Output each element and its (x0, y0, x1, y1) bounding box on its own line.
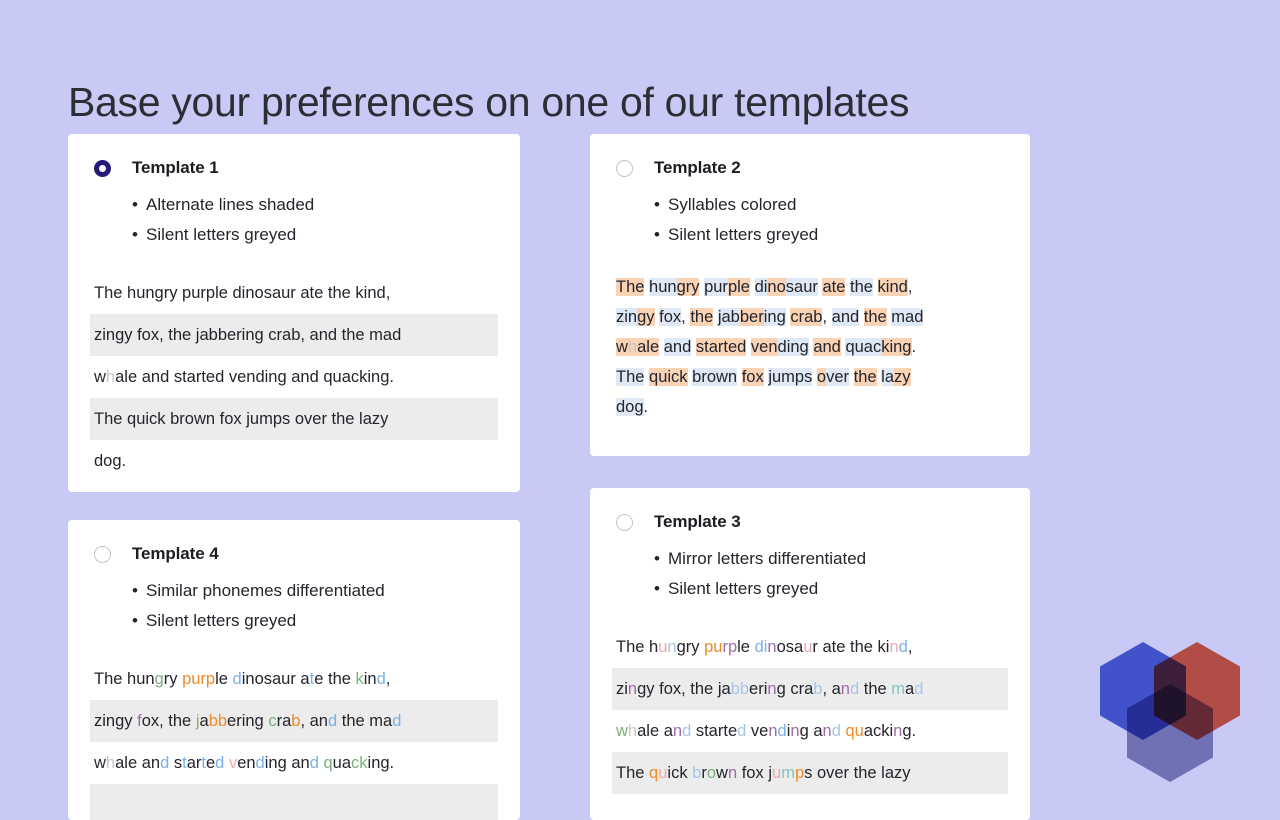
template-1-features: Alternate lines shaded Silent letters gr… (94, 190, 494, 250)
template-3-title: Template 3 (654, 512, 741, 531)
three-hexagon-logo (1100, 638, 1240, 782)
sample-line: dog. (94, 452, 127, 470)
template-2-sample: The hungry purple dinosaur ate the kind,… (616, 272, 1004, 422)
feature-item: Silent letters greyed (654, 574, 1004, 604)
sample-line: whale and started vending and quacking. (616, 722, 917, 740)
template-2-title: Template 2 (654, 158, 741, 177)
feature-item: Silent letters greyed (132, 220, 494, 250)
template-board: Template 1 Alternate lines shaded Silent… (0, 134, 1280, 820)
template-1-sample: The hungry purple dinosaur ate the kind,… (94, 272, 494, 482)
sample-line: whale and started vending and quacking. (94, 754, 395, 772)
sample-line: The quick brown fox jumps over the lazy (616, 752, 1004, 794)
feature-item: Similar phonemes differentiated (132, 576, 494, 606)
sample-line: zingy fox, the jabbering crab, and the m… (616, 668, 1004, 710)
feature-item: Silent letters greyed (654, 220, 1004, 250)
radio-template-2[interactable] (616, 159, 633, 177)
template-1-title: Template 1 (132, 158, 219, 177)
template-4-title: Template 4 (132, 544, 219, 563)
sample-line: The hungry purple dinosaur ate the kind, (616, 278, 913, 296)
feature-item: Alternate lines shaded (132, 190, 494, 220)
sample-line: zingy fox, the jabbering crab, and the m… (616, 308, 924, 326)
template-4-header[interactable]: Template 4 (94, 542, 494, 566)
page-title: Base your preferences on one of our temp… (68, 79, 910, 126)
feature-item: Syllables colored (654, 190, 1004, 220)
sample-line: whale and started vending and quacking. (94, 368, 394, 386)
template-2-features: Syllables colored Silent letters greyed (616, 190, 1004, 250)
sample-line: dog. (616, 398, 649, 416)
template-card-1[interactable]: Template 1 Alternate lines shaded Silent… (68, 134, 520, 492)
template-card-3[interactable]: Template 3 Mirror letters differentiated… (590, 488, 1030, 820)
radio-template-1[interactable] (94, 159, 111, 177)
template-2-header[interactable]: Template 2 (616, 156, 1004, 180)
template-card-4[interactable]: Template 4 Similar phonemes differentiat… (68, 520, 520, 820)
template-1-header[interactable]: Template 1 (94, 156, 494, 180)
template-4-features: Similar phonemes differentiated Silent l… (94, 576, 494, 636)
sample-line: whale and started vending and quacking. (616, 338, 917, 356)
sample-line (94, 784, 494, 820)
template-3-features: Mirror letters differentiated Silent let… (616, 544, 1004, 604)
sample-line: The hungry purple dinosaur ate the kind, (616, 638, 913, 656)
template-3-sample: The hungry purple dinosaur ate the kind,… (616, 626, 1004, 794)
template-4-sample: The hungry purple dinosaur ate the kind,… (94, 658, 494, 820)
sample-line: The quick brown fox jumps over the lazy (94, 398, 494, 440)
sample-line: The quick brown fox jumps over the lazy (616, 368, 911, 386)
radio-template-4[interactable] (94, 545, 111, 563)
feature-item: Silent letters greyed (132, 606, 494, 636)
feature-item: Mirror letters differentiated (654, 544, 1004, 574)
radio-template-3[interactable] (616, 513, 633, 531)
sample-line: The hungry purple dinosaur ate the kind, (94, 284, 391, 302)
template-3-header[interactable]: Template 3 (616, 510, 1004, 534)
sample-line: The hungry purple dinosaur ate the kind, (94, 670, 391, 688)
sample-line: zingy fox, the jabbering crab, and the m… (94, 314, 494, 356)
template-card-2[interactable]: Template 2 Syllables colored Silent lett… (590, 134, 1030, 456)
sample-line: zingy fox, the jabbering crab, and the m… (94, 700, 494, 742)
